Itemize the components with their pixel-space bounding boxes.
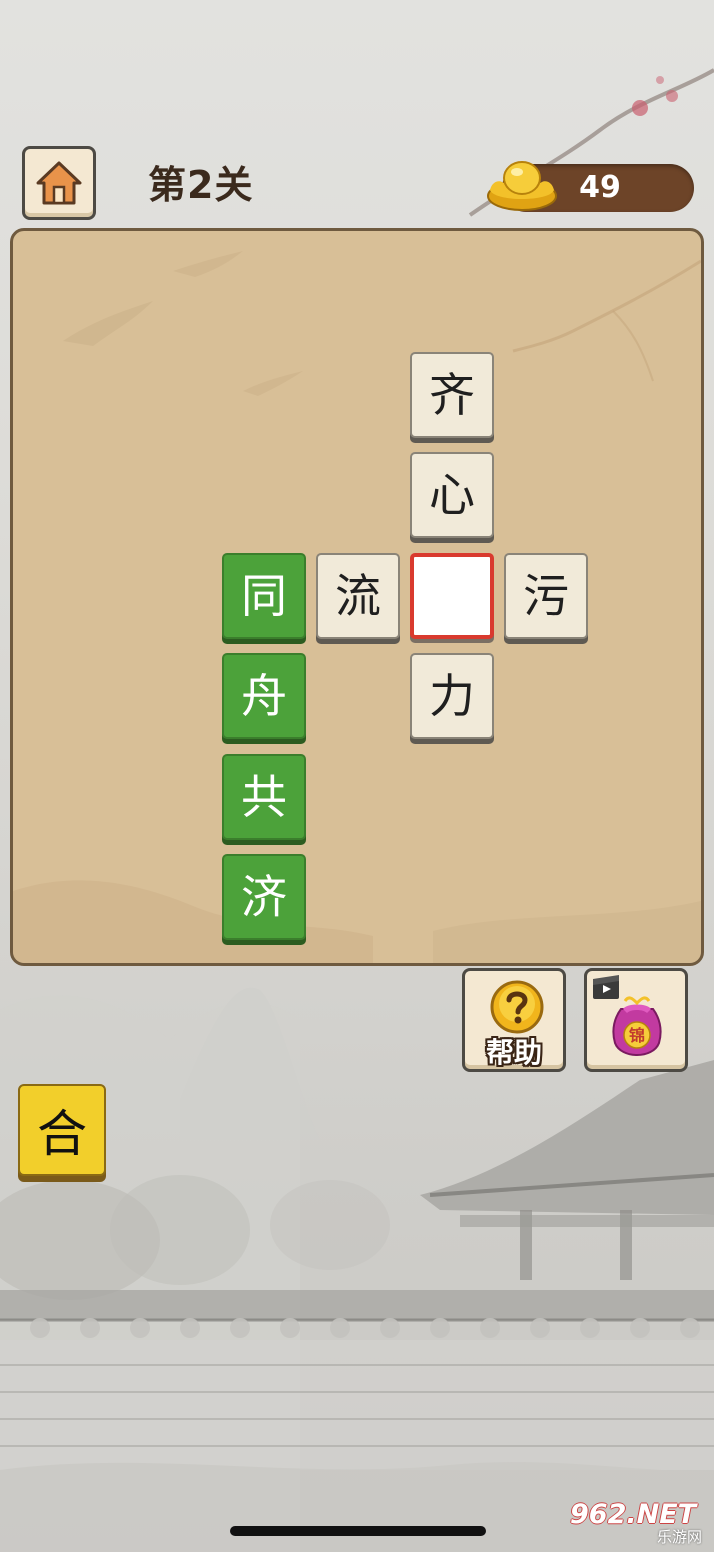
home-indicator[interactable] [230,1526,486,1536]
site-watermark: 962.NET 乐游网 [570,1500,710,1548]
board-tile-qi: 齐 [410,352,494,438]
board-tile-zhou: 舟 [222,653,306,739]
board-tile-ji: 济 [222,854,306,940]
home-button[interactable] [22,146,96,220]
level-title: 第2关 [148,163,254,207]
watermark-sub: 乐游网 [656,1528,702,1546]
help-button[interactable]: 帮助 [462,968,566,1072]
watermark-main: 962.NET [570,1499,697,1530]
board-tile-xin: 心 [410,452,494,538]
help-label: 帮助 [485,1036,542,1069]
gold-ingot-icon [487,161,557,211]
lucky-bag-video-icon: 锦 [593,975,662,1056]
board-tile-tong: 同 [222,553,306,639]
board-tile-li: 力 [410,653,494,739]
answer-choice-he[interactable]: 合 [18,1084,106,1176]
question-mark-icon [490,980,544,1034]
puzzle-board: 齐 心 同 流 污 力 舟 共 济 [10,228,704,966]
coin-count: 49 [579,170,621,205]
svg-text:锦: 锦 [629,1026,645,1045]
board-tile-liu: 流 [316,553,400,639]
home-icon [36,161,82,205]
lucky-bag-button[interactable]: 锦 [584,968,688,1072]
target-blank-cell[interactable] [410,553,494,639]
board-tile-wu: 污 [504,553,588,639]
board-tile-gong: 共 [222,754,306,840]
